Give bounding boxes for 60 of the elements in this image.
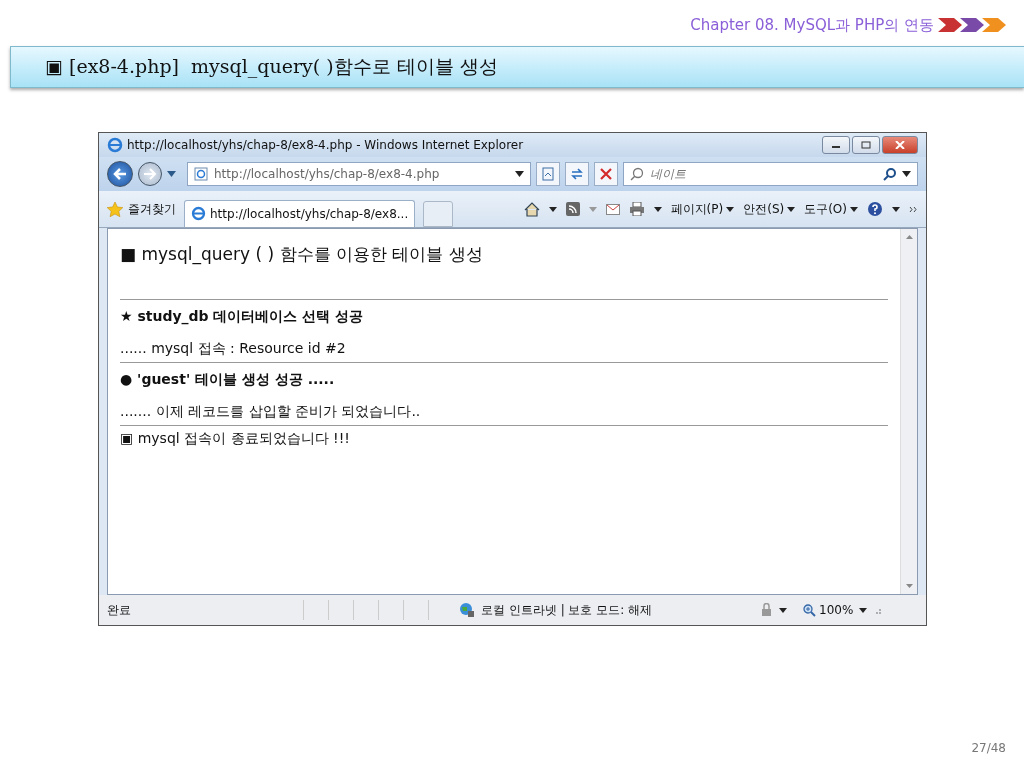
caret-icon[interactable] — [892, 206, 900, 212]
back-button[interactable] — [107, 161, 133, 187]
home-icon[interactable] — [523, 201, 540, 217]
scroll-up-icon[interactable] — [905, 235, 913, 239]
chapter-title: Chapter 08. MySQL과 PHP의 연동 — [690, 15, 934, 35]
status-text: 완료 — [107, 601, 132, 619]
caret-icon — [850, 206, 858, 212]
globe-icon — [459, 602, 475, 618]
caret-icon[interactable] — [859, 607, 868, 613]
caret-icon[interactable] — [902, 171, 911, 177]
page-text: ...... mysql 접속 : Resource id #2 — [120, 339, 347, 358]
toolbar-menu[interactable]: 페이지(P) — [670, 200, 735, 218]
mail-icon[interactable] — [605, 203, 620, 215]
search-box[interactable]: 네이트 — [623, 162, 918, 186]
page-text: ■ mysql_query ( ) 함수를 이용한 테이블 생성 — [120, 243, 484, 267]
caret-icon — [726, 206, 735, 212]
feed-icon[interactable] — [565, 202, 580, 216]
toolbar-menu[interactable]: 안전(S) — [743, 200, 796, 218]
minimize-button[interactable] — [822, 136, 850, 154]
search-icon[interactable] — [883, 167, 896, 181]
zoom-button[interactable]: 100% — [803, 603, 854, 617]
page-number: 27/48 — [971, 741, 1006, 755]
star-icon — [107, 201, 123, 217]
browser-tab[interactable]: http://localhost/yhs/chap-8/ex8... — [184, 199, 416, 227]
close-icon — [895, 141, 905, 149]
toolbar-menu[interactable]: 도구(O) — [804, 200, 858, 218]
window-title: http://localhost/yhs/chap-8/ex8-4.php - Windows Internet Explorer — [127, 138, 524, 152]
search-input[interactable]: 네이트 — [650, 167, 877, 181]
favorites-button[interactable]: 즐겨찾기 — [107, 200, 176, 218]
refresh-icon[interactable] — [565, 162, 589, 186]
caret-icon[interactable] — [548, 206, 557, 212]
address-field[interactable]: http://localhost/yhs/chap-8/ex8-4.php — [187, 162, 531, 186]
arrow-left-icon — [113, 168, 127, 180]
slide-title: ▣ [ex8-4.php] mysql_query( )함수로 테이블 생성 — [45, 54, 498, 80]
page-text: ★ study_db 데이터베이스 선택 성공 — [120, 307, 365, 327]
caret-icon — [787, 206, 796, 212]
page-icon — [194, 167, 208, 181]
forward-button[interactable] — [138, 162, 162, 186]
help-icon[interactable] — [867, 201, 883, 217]
arrow-right-icon — [143, 168, 157, 180]
search-icon — [630, 167, 644, 181]
magnifier-icon — [803, 603, 816, 617]
browser-logo-icon — [107, 137, 123, 153]
caret-icon[interactable] — [515, 171, 524, 177]
page-text: ▣ mysql 접속이 종료되었습니다 !!! — [120, 429, 351, 448]
resize-grip-icon[interactable] — [873, 606, 882, 614]
maximize-icon — [861, 141, 871, 149]
security-zone-text: 로컬 인트라넷 | 보호 모드: 해제 — [481, 601, 654, 619]
close-button[interactable] — [882, 136, 918, 154]
printer-icon[interactable] — [628, 202, 645, 216]
scrollbar[interactable] — [900, 229, 917, 594]
page-text: ● 'guest' 테이블 생성 성공 ..... — [120, 370, 336, 389]
stop-icon[interactable] — [594, 162, 618, 186]
browser-logo-icon — [191, 206, 206, 221]
address-text: http://localhost/yhs/chap-8/ex8-4.php — [214, 167, 441, 181]
more-chevron-icon[interactable] — [909, 205, 918, 213]
scroll-down-icon[interactable] — [905, 584, 913, 588]
page-text: ....... 이제 레코드를 삽입할 준비가 되었습니다.. — [120, 402, 422, 421]
caret-icon[interactable] — [779, 607, 787, 613]
caret-icon[interactable] — [653, 206, 662, 212]
